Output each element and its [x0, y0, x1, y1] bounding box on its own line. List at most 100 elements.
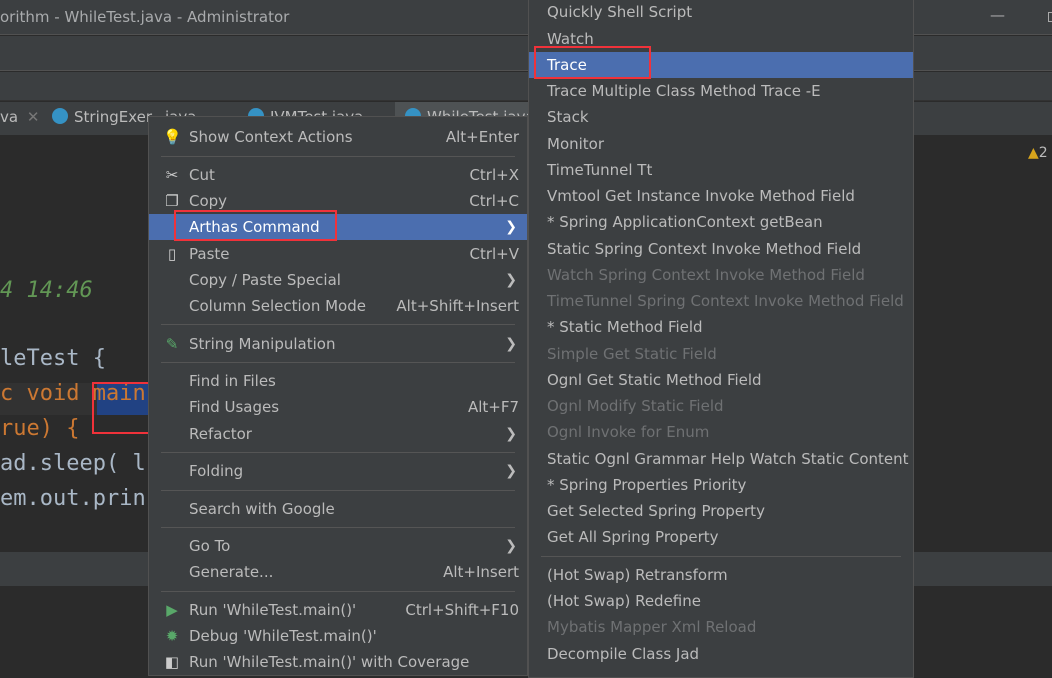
menu-item-label: Ognl Get Static Method Field	[547, 371, 762, 389]
chevron-right-icon: ❯	[505, 219, 517, 235]
menu-item-get-all-spring-property[interactable]: Get All Spring Property	[529, 524, 913, 550]
menu-item-cut[interactable]: ✂ Cut Ctrl+X	[149, 162, 527, 188]
menu-separator	[161, 527, 515, 528]
code-line: rue) {	[0, 416, 80, 441]
tab-java[interactable]: va ✕	[0, 108, 39, 126]
menu-item-find-usages[interactable]: Find Usages Alt+F7	[149, 394, 527, 420]
menu-item-label: TimeTunnel Tt	[547, 161, 653, 179]
context-menu: 💡 Show Context Actions Alt+Enter ✂ Cut Ctrl+X…	[148, 116, 528, 676]
code-line: c void main	[0, 381, 146, 406]
menu-item-label: Stack	[547, 108, 589, 126]
menu-item-label: Run 'WhileTest.main()'	[189, 601, 357, 619]
menu-separator	[161, 452, 515, 453]
menu-item-watch-spring-context-invoke-method-field: Watch Spring Context Invoke Method Field	[529, 262, 913, 288]
menu-item-stack[interactable]: Stack	[529, 104, 913, 130]
menu-item-label: Mybatis Mapper Xml Reload	[547, 618, 757, 636]
menu-item-debug-whiletest-main[interactable]: ✹ Debug 'WhileTest.main()'	[149, 623, 527, 649]
menu-item-hot-swap-retransform[interactable]: (Hot Swap) Retransform	[529, 562, 913, 588]
menu-item-label: Watch	[547, 30, 594, 48]
class-icon	[52, 108, 68, 124]
menu-item-label: String Manipulation	[189, 335, 336, 353]
menu-item-get-selected-spring-property[interactable]: Get Selected Spring Property	[529, 498, 913, 524]
menu-item-simple-get-static-field: Simple Get Static Field	[529, 341, 913, 367]
warning-icon: ▲	[1028, 145, 1039, 161]
copy-icon: ❐	[165, 192, 179, 210]
menu-item-show-context-actions[interactable]: 💡 Show Context Actions Alt+Enter	[149, 124, 527, 150]
menu-separator	[161, 362, 515, 363]
coverage-icon: ◧	[164, 653, 180, 671]
menu-item-label: Static Spring Context Invoke Method Fiel…	[547, 240, 862, 258]
scissors-icon: ✂	[165, 166, 179, 184]
menu-item-quickly-shell-script[interactable]: Quickly Shell Script	[529, 0, 913, 25]
tab-label: va	[0, 108, 19, 126]
pencil-icon: ✎	[165, 335, 179, 353]
shortcut-label: Alt+Shift+Insert	[396, 297, 519, 315]
warning-count: 2	[1038, 145, 1048, 161]
menu-item-watch[interactable]: Watch	[529, 26, 913, 52]
menu-item-label: Copy / Paste Special	[189, 271, 341, 289]
menu-item-label: Find in Files	[189, 372, 276, 390]
menu-item-static-spring-context-invoke-method-field[interactable]: Static Spring Context Invoke Method Fiel…	[529, 236, 913, 262]
run-icon: ▶	[166, 601, 178, 619]
menu-item-spring-properties-priority[interactable]: * Spring Properties Priority	[529, 472, 913, 498]
menu-item-label: Watch Spring Context Invoke Method Field	[547, 266, 865, 284]
menu-item-label: Ognl Modify Static Field	[547, 397, 724, 415]
menu-separator	[161, 324, 515, 325]
menu-item-label: TimeTunnel Spring Context Invoke Method …	[547, 292, 904, 310]
chevron-right-icon: ❯	[505, 336, 517, 352]
menu-item-timetunnel-spring-context-invoke-method-field: TimeTunnel Spring Context Invoke Method …	[529, 288, 913, 314]
menu-item-trace[interactable]: Trace	[529, 52, 913, 78]
menu-item-paste[interactable]: ▯ Paste Ctrl+V	[149, 241, 527, 267]
code-line: em.out.prin	[0, 486, 146, 511]
shortcut-label: Ctrl+V	[469, 245, 519, 263]
menu-item-find-in-files[interactable]: Find in Files	[149, 368, 527, 394]
menu-item-run-whiletest-main[interactable]: ▶ Run 'WhileTest.main()' Ctrl+Shift+F10	[149, 597, 527, 623]
menu-item-trace-multiple-class-method-trace-e[interactable]: Trace Multiple Class Method Trace -E	[529, 78, 913, 104]
menu-item-run-whiletest-main-with-coverage[interactable]: ◧ Run 'WhileTest.main()' with Coverage	[149, 649, 527, 675]
menu-item-ognl-get-static-method-field[interactable]: Ognl Get Static Method Field	[529, 367, 913, 393]
shortcut-label: Ctrl+Shift+F10	[405, 601, 519, 619]
menu-item-label: Column Selection Mode	[189, 297, 366, 315]
window-title: orithm - WhileTest.java - Administrator	[0, 8, 290, 26]
menu-item-search-with-google[interactable]: Search with Google	[149, 496, 527, 522]
maximize-button[interactable]	[1048, 12, 1052, 22]
menu-item-label: Monitor	[547, 135, 605, 153]
warning-indicator[interactable]: ▲2	[1028, 145, 1048, 161]
menu-separator	[161, 156, 515, 157]
menu-separator	[541, 556, 901, 557]
menu-item-vmtool-get-instance-invoke-method-field[interactable]: Vmtool Get Instance Invoke Method Field	[529, 183, 913, 209]
menu-item-arthas-command[interactable]: Arthas Command ❯	[149, 214, 527, 240]
menu-item-label: Vmtool Get Instance Invoke Method Field	[547, 187, 855, 205]
menu-item-spring-applicationcontext-getbean[interactable]: * Spring ApplicationContext getBean	[529, 209, 913, 235]
menu-item-label: Find Usages	[189, 398, 280, 416]
menu-item-refactor[interactable]: Refactor ❯	[149, 421, 527, 447]
code-line: ad.sleep( l	[0, 451, 146, 476]
menu-item-label: Simple Get Static Field	[547, 345, 717, 363]
menu-item-hot-swap-redefine[interactable]: (Hot Swap) Redefine	[529, 588, 913, 614]
menu-item-label: Generate...	[189, 563, 274, 581]
menu-item-label: Ognl Invoke for Enum	[547, 423, 710, 441]
menu-item-copy[interactable]: ❐ Copy Ctrl+C	[149, 188, 527, 214]
menu-item-decompile-class-jad[interactable]: Decompile Class Jad	[529, 641, 913, 667]
menu-item-label: Paste	[189, 245, 230, 263]
clipboard-icon: ▯	[167, 245, 177, 263]
menu-item-static-ognl-grammar-help-watch-static-content[interactable]: Static Ognl Grammar Help Watch Static Co…	[529, 446, 913, 472]
menu-item-mybatis-mapper-xml-reload: Mybatis Mapper Xml Reload	[529, 614, 913, 640]
menu-item-label: Copy	[189, 192, 228, 210]
menu-item-column-selection-mode[interactable]: Column Selection Mode Alt+Shift+Insert	[149, 293, 527, 319]
menu-item-label: * Spring Properties Priority	[547, 476, 747, 494]
menu-item-copy-paste-special[interactable]: Copy / Paste Special ❯	[149, 267, 527, 293]
lightbulb-icon: 💡	[163, 128, 182, 146]
menu-item-go-to[interactable]: Go To ❯	[149, 533, 527, 559]
minimize-button[interactable]: —	[990, 6, 1005, 24]
menu-item-timetunnel-tt[interactable]: TimeTunnel Tt	[529, 157, 913, 183]
menu-item-static-method-field[interactable]: * Static Method Field	[529, 314, 913, 340]
menu-item-monitor[interactable]: Monitor	[529, 131, 913, 157]
shortcut-label: Ctrl+X	[469, 166, 519, 184]
menu-item-label: (Hot Swap) Retransform	[547, 566, 728, 584]
menu-item-folding[interactable]: Folding ❯	[149, 458, 527, 484]
tab-close-icon[interactable]: ✕	[27, 108, 40, 126]
menu-item-string-manipulation[interactable]: ✎ String Manipulation ❯	[149, 331, 527, 357]
debug-icon: ✹	[165, 627, 179, 645]
menu-item-generate[interactable]: Generate... Alt+Insert	[149, 559, 527, 585]
